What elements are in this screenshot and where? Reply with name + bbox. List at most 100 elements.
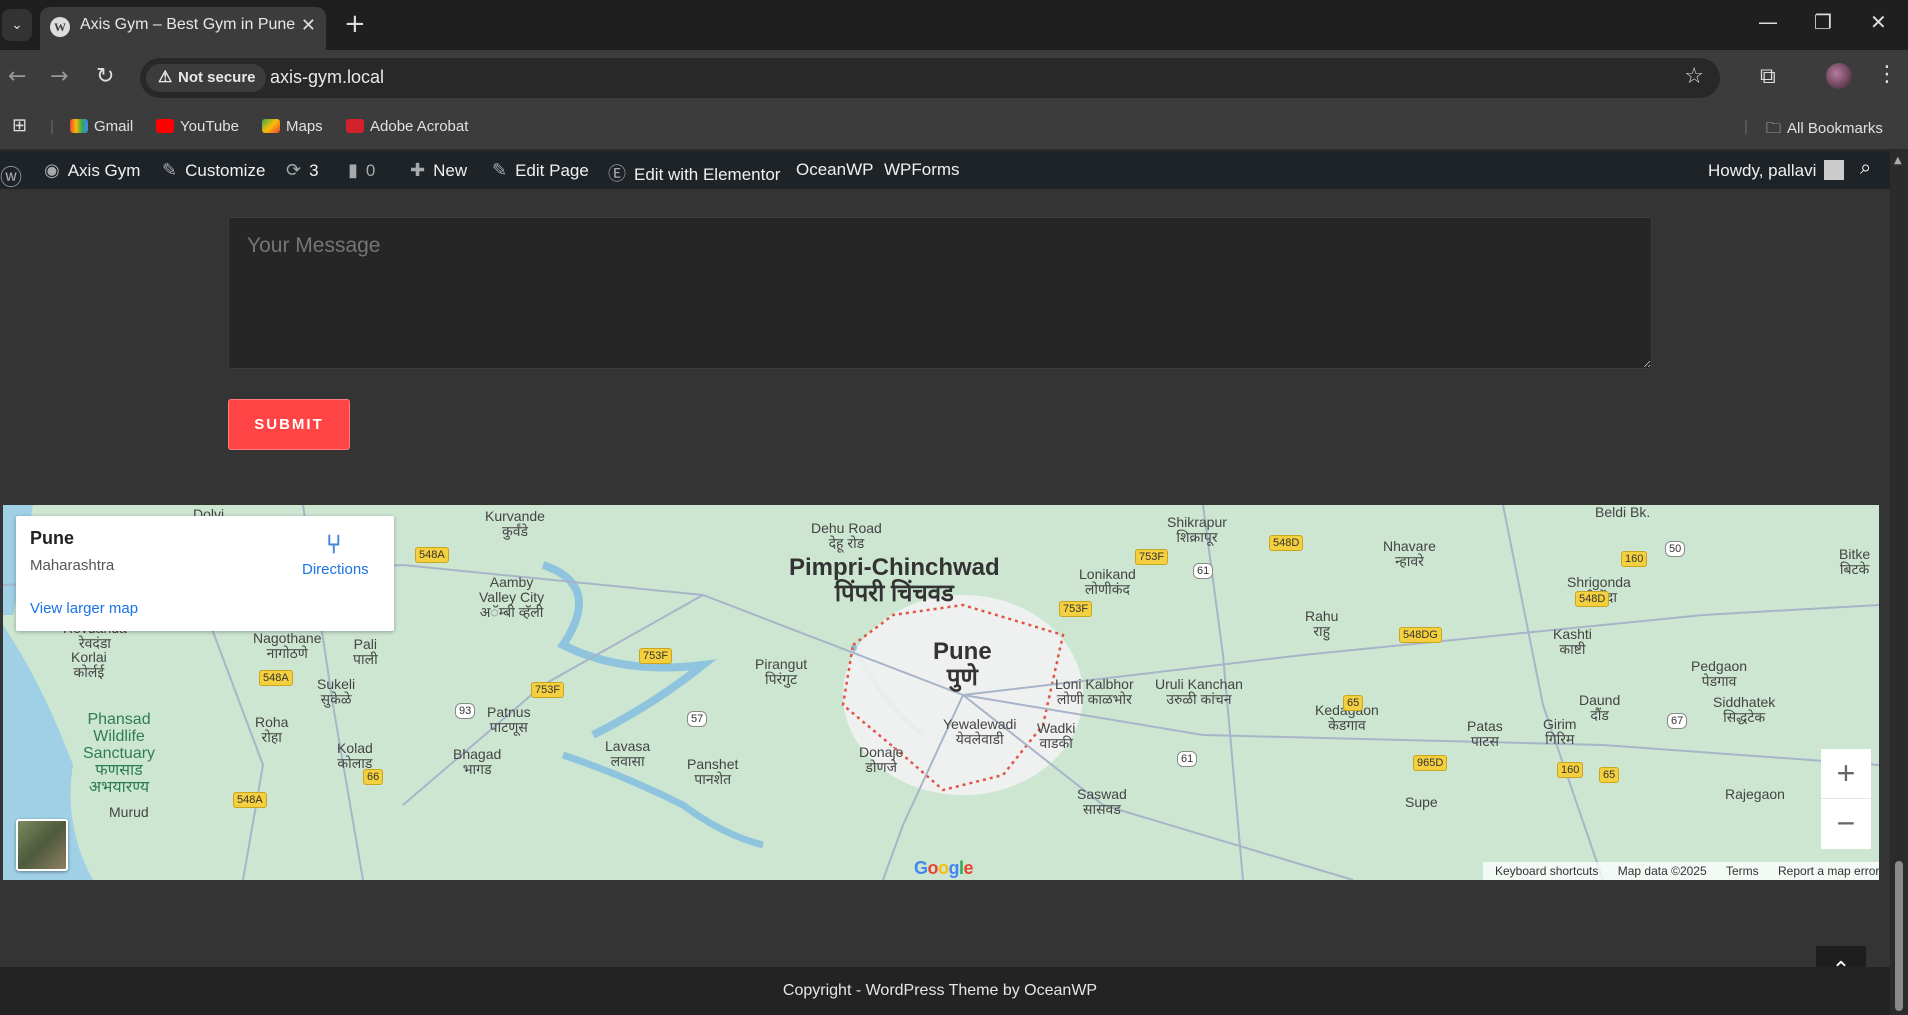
directions-icon[interactable]: ⑂ bbox=[326, 530, 342, 560]
updates-icon: ⟳ bbox=[286, 160, 302, 180]
search-icon[interactable]: ⌕ bbox=[1860, 157, 1871, 180]
zoom-in-button[interactable]: + bbox=[1821, 749, 1871, 799]
map-label: Roha रोहा bbox=[255, 714, 289, 745]
highway-shield: 753F bbox=[1059, 601, 1093, 617]
security-label: Not secure bbox=[178, 69, 256, 86]
highway-shield: 160 bbox=[1557, 762, 1584, 778]
place-region: Maharashtra bbox=[30, 557, 115, 574]
submit-button[interactable]: SUBMIT bbox=[228, 399, 350, 450]
message-textarea[interactable] bbox=[228, 217, 1652, 369]
highway-shield: 65 bbox=[1343, 695, 1364, 711]
apps-icon[interactable]: ⊞ bbox=[12, 115, 27, 136]
directions-link[interactable]: Directions bbox=[302, 561, 369, 578]
wp-admin-bar: ⓦ ◉ Axis Gym ✎ Customize ⟳ 3 ▮ 0 ✚ New ✎ Edit … bbox=[0, 151, 1890, 192]
city-label-pune: Pune पुणे bbox=[933, 638, 992, 691]
extensions-icon[interactable]: ⧉ bbox=[1760, 64, 1776, 89]
scrollbar-thumb[interactable] bbox=[1895, 861, 1903, 1011]
plus-icon: ✚ bbox=[410, 160, 426, 180]
map-label: Rajegaon bbox=[1725, 786, 1785, 802]
bookmark-gmail[interactable]: Gmail bbox=[70, 118, 133, 135]
all-bookmarks[interactable]: 🗀 All Bookmarks bbox=[1766, 118, 1883, 143]
tab-strip: ⌄ W Axis Gym – Best Gym in Pune ✕ + — ❐ … bbox=[0, 0, 1908, 50]
map-label: Siddhatek सिद्धटेक bbox=[1713, 694, 1776, 725]
map-label: Yewalewadi येवलेवाडी bbox=[943, 716, 1017, 747]
comment-icon: ▮ bbox=[348, 160, 358, 180]
minimize-button[interactable]: — bbox=[1758, 10, 1778, 34]
divider: | bbox=[1744, 118, 1748, 135]
reload-button[interactable]: ↻ bbox=[96, 64, 114, 89]
youtube-icon bbox=[156, 119, 174, 133]
bookmark-maps[interactable]: Maps bbox=[262, 118, 323, 135]
browser-tab[interactable]: W Axis Gym – Best Gym in Pune ✕ bbox=[40, 7, 326, 50]
avatar bbox=[1824, 160, 1845, 180]
admin-howdy[interactable]: Howdy, pallavi bbox=[1708, 160, 1845, 181]
forward-button[interactable]: → bbox=[50, 64, 68, 89]
map-label: Murud bbox=[109, 804, 149, 820]
brush-icon: ✎ bbox=[162, 160, 178, 180]
tab-search-button[interactable]: ⌄ bbox=[2, 9, 32, 41]
star-icon[interactable]: ☆ bbox=[1684, 64, 1704, 89]
page-scrollbar[interactable]: ▲ bbox=[1890, 151, 1908, 1015]
highway-shield: 93 bbox=[455, 703, 476, 719]
google-map[interactable]: Dolvi Kurvande कुर्वंडे Dehu Road देहू र… bbox=[3, 505, 1879, 880]
scroll-up-arrow[interactable]: ▲ bbox=[1894, 155, 1902, 166]
admin-wpforms[interactable]: WPForms bbox=[884, 160, 960, 180]
admin-edit-elementor[interactable]: Ⓔ Edit with Elementor bbox=[608, 160, 780, 186]
admin-edit-page[interactable]: ✎ Edit Page bbox=[492, 160, 589, 181]
wordpress-logo-icon[interactable]: ⓦ bbox=[0, 160, 30, 192]
back-button[interactable]: ← bbox=[8, 64, 26, 89]
address-bar[interactable]: ⚠ Not secure axis-gym.local ☆ bbox=[140, 58, 1720, 98]
map-label: Nagothane नागोठणे bbox=[253, 630, 322, 661]
admin-customize[interactable]: ✎ Customize bbox=[162, 160, 265, 181]
admin-new[interactable]: ✚ New bbox=[410, 160, 467, 181]
bookmark-adobe-acrobat[interactable]: Adobe Acrobat bbox=[346, 118, 468, 135]
highway-shield: 548D bbox=[1269, 535, 1304, 551]
divider: | bbox=[50, 118, 54, 135]
map-label: Nhavare न्हावरे bbox=[1383, 538, 1436, 569]
admin-updates[interactable]: ⟳ 3 bbox=[286, 160, 319, 181]
folder-icon: 🗀 bbox=[1766, 120, 1782, 137]
menu-icon[interactable]: ⋮ bbox=[1876, 62, 1898, 87]
close-window-button[interactable]: ✕ bbox=[1870, 10, 1887, 34]
map-label: Aamby Valley City अॅम्बी व्हॅली bbox=[479, 574, 545, 620]
place-info-card: Pune Maharashtra ⑂ Directions View large… bbox=[16, 516, 394, 631]
map-label: Bhagad भागड bbox=[453, 746, 502, 777]
bookmark-youtube[interactable]: YouTube bbox=[156, 118, 239, 135]
highway-shield: 50 bbox=[1665, 541, 1686, 557]
highway-shield: 65 bbox=[1599, 767, 1620, 783]
highway-shield: 548A bbox=[259, 670, 293, 686]
map-label: Girim गिरिम bbox=[1543, 716, 1577, 747]
city-label-pimpri-chinchwad: Pimpri-Chinchwad पिंपरी चिंचवड bbox=[789, 554, 1000, 607]
map-label: Korlai कोर्लई bbox=[71, 649, 107, 680]
url-text[interactable]: axis-gym.local bbox=[270, 67, 384, 88]
map-label: Pali पाली bbox=[353, 636, 378, 667]
view-larger-map-link[interactable]: View larger map bbox=[30, 600, 138, 617]
highway-shield: 66 bbox=[363, 769, 384, 785]
tab-title: Axis Gym – Best Gym in Pune bbox=[80, 16, 296, 33]
profile-avatar[interactable] bbox=[1826, 63, 1852, 89]
restore-button[interactable]: ❐ bbox=[1814, 10, 1832, 34]
close-icon[interactable]: ✕ bbox=[301, 15, 316, 36]
report-error-link[interactable]: Report a map error bbox=[1778, 864, 1879, 878]
admin-comments[interactable]: ▮ 0 bbox=[348, 160, 375, 181]
security-chip[interactable]: ⚠ Not secure bbox=[146, 64, 266, 92]
map-label: Wadki वाडकी bbox=[1037, 720, 1076, 751]
terms-link[interactable]: Terms bbox=[1726, 864, 1759, 878]
browser-toolbar: ← → ↻ ⚠ Not secure axis-gym.local ☆ ⧉ ⋮ bbox=[0, 50, 1908, 107]
new-tab-button[interactable]: + bbox=[344, 10, 366, 38]
keyboard-shortcuts-link[interactable]: Keyboard shortcuts bbox=[1495, 864, 1598, 878]
admin-oceanwp[interactable]: OceanWP bbox=[796, 160, 873, 180]
highway-shield: 965D bbox=[1413, 755, 1448, 771]
acrobat-icon bbox=[346, 119, 364, 133]
highway-shield: 753F bbox=[1135, 549, 1169, 565]
zoom-out-button[interactable]: − bbox=[1821, 799, 1871, 849]
highway-shield: 67 bbox=[1667, 713, 1688, 729]
admin-site-name[interactable]: ◉ Axis Gym bbox=[44, 160, 140, 181]
map-label: Patas पाटस bbox=[1467, 718, 1503, 749]
satellite-toggle[interactable] bbox=[16, 819, 68, 871]
highway-shield: 160 bbox=[1621, 551, 1648, 567]
map-label: Pedgaon पेडगाव bbox=[1691, 658, 1748, 689]
map-data-text: Map data ©2025 bbox=[1617, 864, 1707, 878]
map-label: Lavasa लवासा bbox=[605, 738, 651, 769]
wordpress-icon: W bbox=[50, 17, 70, 37]
